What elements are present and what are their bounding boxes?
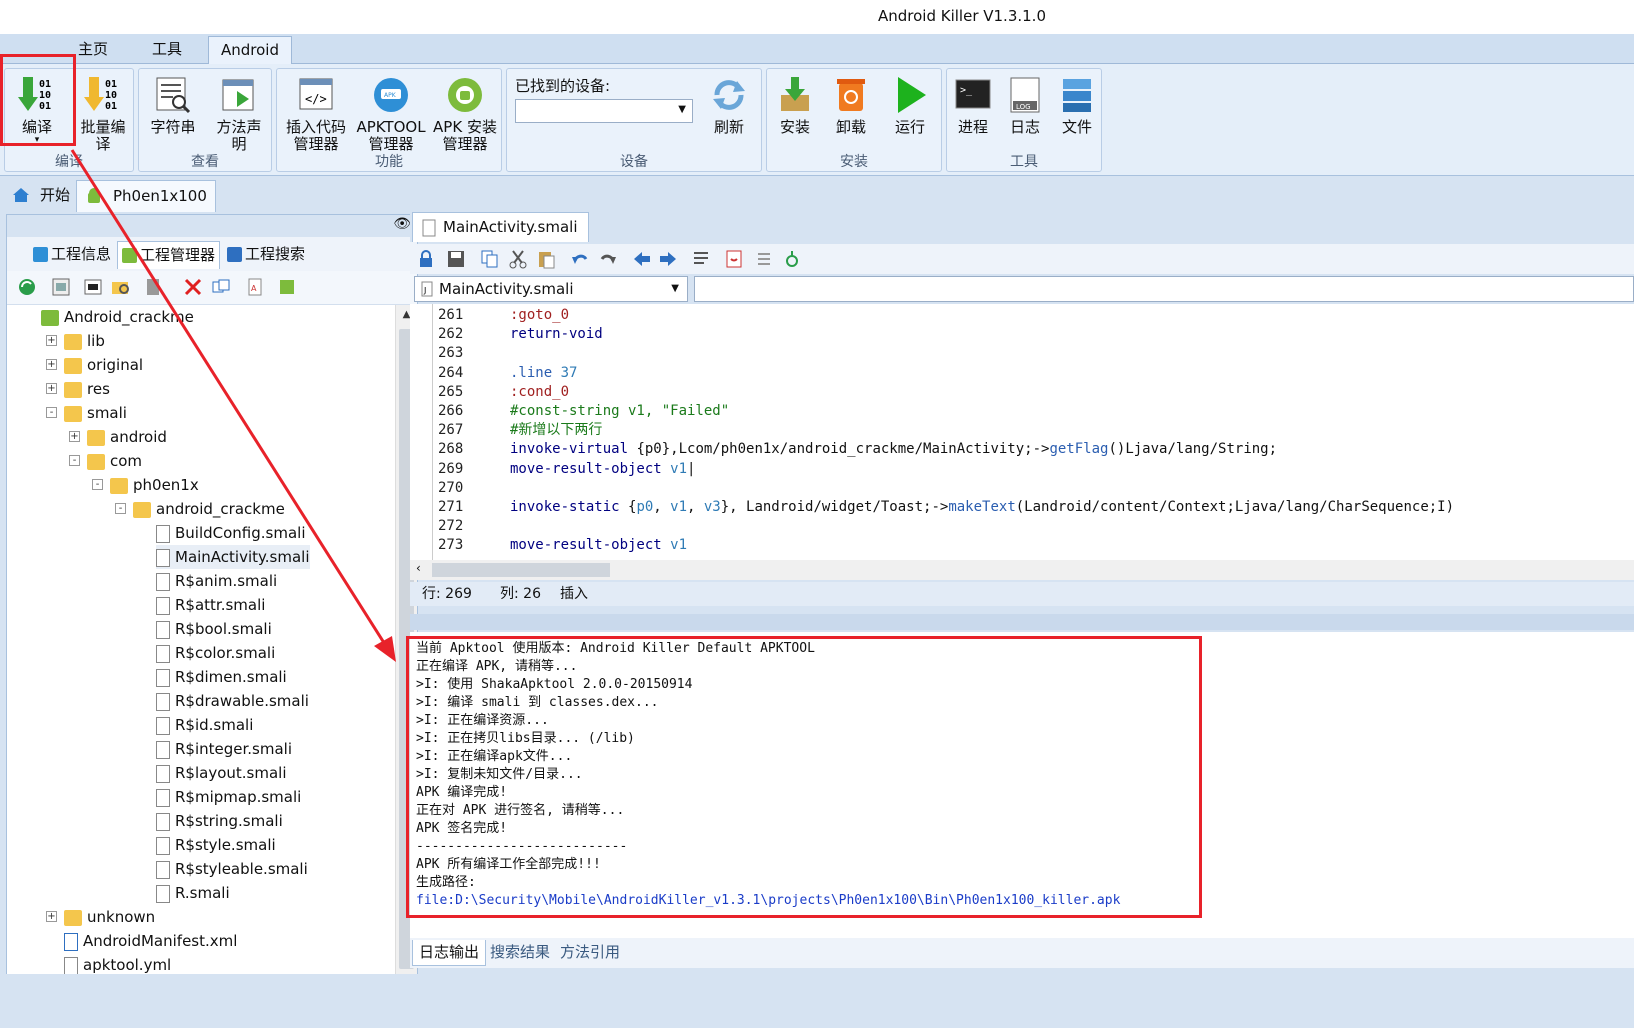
annotation-arrow [70,149,396,662]
android-killer-window: Android Killer V1.3.1.0 主页 工具 Android 01… [0,0,1634,1028]
